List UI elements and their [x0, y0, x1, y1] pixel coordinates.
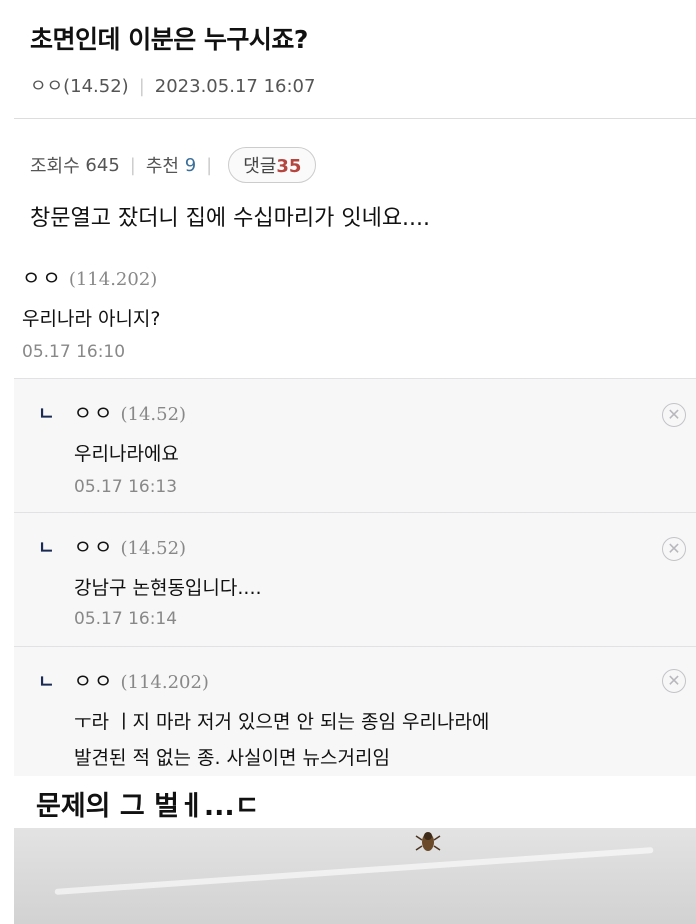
- reply-ip: (14.52): [120, 538, 187, 559]
- meta-separator: |: [138, 76, 145, 97]
- views-count: 645: [85, 154, 120, 176]
- reply-text: 강남구 논현동입니다....: [74, 577, 262, 599]
- recommend-count: 9: [184, 154, 197, 176]
- views-label: 조회수: [30, 156, 80, 177]
- header-divider: [14, 118, 696, 119]
- post-stats: 조회수 645 | 추천 9 | 댓글35: [30, 147, 317, 183]
- fabric-crease: [54, 847, 654, 895]
- reply-text: 우리나라에요: [74, 443, 179, 465]
- reply-time: 05.17 16:13: [74, 477, 178, 497]
- comment-time: 05.17 16:10: [22, 342, 126, 362]
- comments-button[interactable]: 댓글35: [228, 147, 317, 183]
- reply-item: ㄴ ㅇㅇ (14.52) 우리나라에요 05.17 16:13 ✕: [14, 378, 696, 513]
- post-datetime: 2023.05.17 16:07: [154, 76, 316, 97]
- post-body: 창문열고 잤더니 집에 수십마리가 잇네요....: [30, 206, 431, 231]
- circle-x-icon[interactable]: ✕: [662, 403, 686, 427]
- reply-mark: ㄴ: [38, 672, 55, 693]
- reply-author[interactable]: ㅇㅇ: [74, 401, 115, 425]
- reply-time: 05.17 16:14: [74, 609, 178, 629]
- comment-ip: (114.202): [68, 269, 158, 290]
- post-title: 초면인데 이분은 누구시죠?: [30, 25, 308, 54]
- reply-header: ㄴ ㅇㅇ (114.202): [38, 665, 209, 694]
- stats-separator: |: [129, 154, 136, 176]
- post-meta: ㅇㅇ(14.52) | 2023.05.17 16:07: [30, 72, 315, 98]
- circle-x-icon[interactable]: ✕: [662, 669, 686, 693]
- reply-text-line2: 발견된 적 없는 종. 사실이면 뉴스거리임: [74, 747, 390, 769]
- reply-author[interactable]: ㅇㅇ: [74, 535, 115, 559]
- reply-item: ㄴ ㅇㅇ (14.52) 강남구 논현동입니다.... 05.17 16:14 ✕: [14, 512, 696, 647]
- comments-count: 35: [276, 156, 302, 177]
- stats-separator: |: [206, 154, 213, 176]
- comment-header: ㅇㅇ (114.202): [22, 262, 157, 291]
- insect-photo: [14, 828, 696, 924]
- reply-mark: ㄴ: [38, 404, 55, 425]
- circle-x-icon[interactable]: ✕: [662, 537, 686, 561]
- reply-header: ㄴ ㅇㅇ (14.52): [38, 397, 186, 426]
- reply-ip: (14.52): [120, 404, 187, 425]
- reply-mark: ㄴ: [38, 538, 55, 559]
- comments-label: 댓글: [243, 156, 277, 177]
- reply-header: ㄴ ㅇㅇ (14.52): [38, 531, 186, 560]
- image-caption: 문제의 그 벌ㅔ...ㄷ: [36, 791, 260, 822]
- reply-text-line1: ㅜ라 ㅣ지 마라 저거 있으면 안 되는 종임 우리나라에: [74, 711, 490, 733]
- insect-icon: [415, 832, 441, 851]
- reply-ip: (114.202): [120, 672, 209, 693]
- post-author[interactable]: ㅇㅇ(14.52): [30, 76, 129, 97]
- recommend-label: 추천: [145, 156, 179, 177]
- comment-text: 우리나라 아니지?: [22, 308, 161, 330]
- comment-author[interactable]: ㅇㅇ: [22, 266, 63, 290]
- reply-author[interactable]: ㅇㅇ: [74, 669, 115, 693]
- reply-item: ㄴ ㅇㅇ (114.202) ㅜ라 ㅣ지 마라 저거 있으면 안 되는 종임 우리…: [14, 646, 696, 777]
